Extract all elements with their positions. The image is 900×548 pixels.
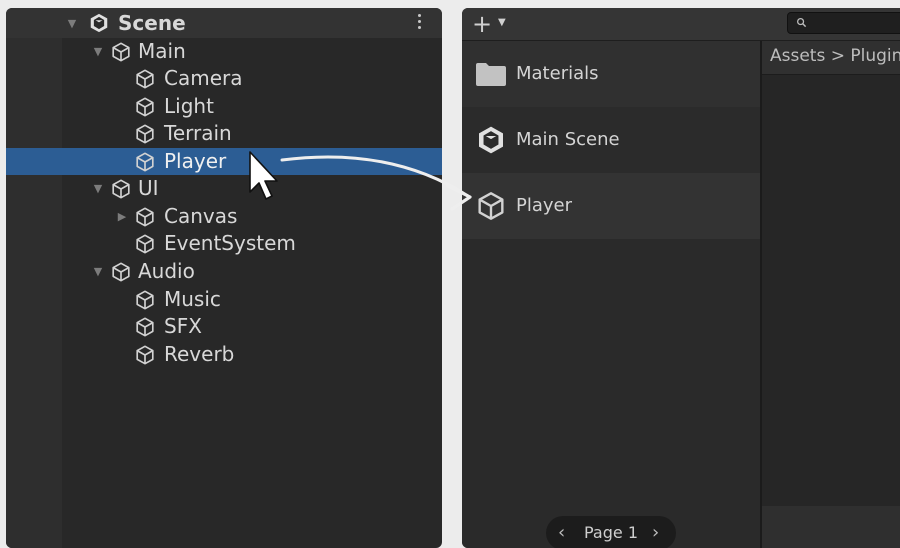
hierarchy-item-camera[interactable]: Camera (6, 65, 442, 92)
scene-title[interactable]: Scene (118, 10, 186, 37)
hierarchy-item-ui[interactable]: ▼ UI (6, 175, 442, 202)
hierarchy-item-label: EventSystem (164, 231, 296, 255)
expand-arrow-icon[interactable]: ▼ (92, 183, 104, 195)
hierarchy-header: ▼ Scene (6, 8, 442, 38)
project-asset-list: Materials Main Scene Player ‹ Page 1 › (462, 41, 760, 548)
hierarchy-item-label: Light (164, 94, 214, 118)
cube-icon (134, 289, 156, 311)
hierarchy-item-light[interactable]: Light (6, 93, 442, 120)
cube-icon (110, 41, 132, 63)
hierarchy-panel: ▼ Scene ▼ Main Camera Light Terrain Play… (6, 8, 442, 548)
project-content-pane: Assets > Plugin (762, 41, 900, 548)
project-toolbar: + ▼ (462, 8, 900, 41)
pager: ‹ Page 1 › (546, 516, 676, 548)
unity-scene-icon (474, 124, 508, 156)
asset-item-label: Player (516, 195, 573, 216)
asset-item-materials[interactable]: Materials (462, 41, 760, 107)
expand-arrow-icon[interactable]: ▼ (92, 266, 104, 278)
asset-item-label: Main Scene (516, 129, 620, 150)
cube-icon (134, 206, 156, 228)
cube-icon (134, 316, 156, 338)
hierarchy-item-sfx[interactable]: SFX (6, 313, 442, 340)
cube-icon (134, 123, 156, 145)
hierarchy-item-main[interactable]: ▼ Main (6, 38, 442, 65)
collapse-arrow-icon[interactable]: ▶ (116, 211, 128, 223)
asset-item-main-scene[interactable]: Main Scene (462, 107, 760, 173)
kebab-menu-icon[interactable] (416, 14, 422, 32)
asset-item-label: Materials (516, 63, 599, 84)
project-panel: + ▼ Materials Main Scene Player ‹ Page 1 (462, 8, 900, 548)
hierarchy-item-label: Audio (138, 259, 195, 283)
cube-icon (134, 151, 156, 173)
hierarchy-item-label: Music (164, 287, 221, 311)
cube-icon (110, 261, 132, 283)
content-footer (762, 506, 900, 548)
hierarchy-item-player[interactable]: Player (6, 148, 442, 175)
expand-arrow-icon[interactable]: ▼ (92, 46, 104, 58)
prefab-cube-icon (474, 190, 508, 222)
hierarchy-item-label: Main (138, 39, 186, 63)
hierarchy-item-label: Reverb (164, 342, 235, 366)
add-button[interactable]: + (472, 10, 492, 38)
folder-icon (476, 63, 506, 86)
unity-scene-icon (88, 12, 110, 34)
cube-icon (134, 68, 156, 90)
pager-next-button[interactable]: › (652, 516, 659, 548)
hierarchy-item-label: Player (164, 149, 227, 173)
scene-expand-arrow-icon[interactable]: ▼ (66, 18, 78, 30)
hierarchy-item-reverb[interactable]: Reverb (6, 341, 442, 368)
cube-icon (134, 344, 156, 366)
hierarchy-item-eventsystem[interactable]: EventSystem (6, 230, 442, 257)
dropdown-caret-icon[interactable]: ▼ (498, 17, 506, 28)
search-icon (797, 18, 807, 28)
hierarchy-item-audio[interactable]: ▼ Audio (6, 258, 442, 285)
hierarchy-item-label: Camera (164, 66, 243, 90)
hierarchy-item-label: SFX (164, 314, 202, 338)
hierarchy-item-canvas[interactable]: ▶ Canvas (6, 203, 442, 230)
hierarchy-item-music[interactable]: Music (6, 286, 442, 313)
breadcrumb[interactable]: Assets > Plugin (770, 46, 900, 66)
hierarchy-item-terrain[interactable]: Terrain (6, 120, 442, 147)
hierarchy-item-label: Canvas (164, 204, 238, 228)
search-input[interactable] (787, 12, 900, 34)
cube-icon (134, 96, 156, 118)
hierarchy-item-label: UI (138, 176, 159, 200)
cube-icon (134, 233, 156, 255)
breadcrumb-bar: Assets > Plugin (762, 41, 900, 75)
hierarchy-item-label: Terrain (164, 121, 232, 145)
asset-item-player[interactable]: Player (462, 173, 760, 239)
cube-icon (110, 178, 132, 200)
